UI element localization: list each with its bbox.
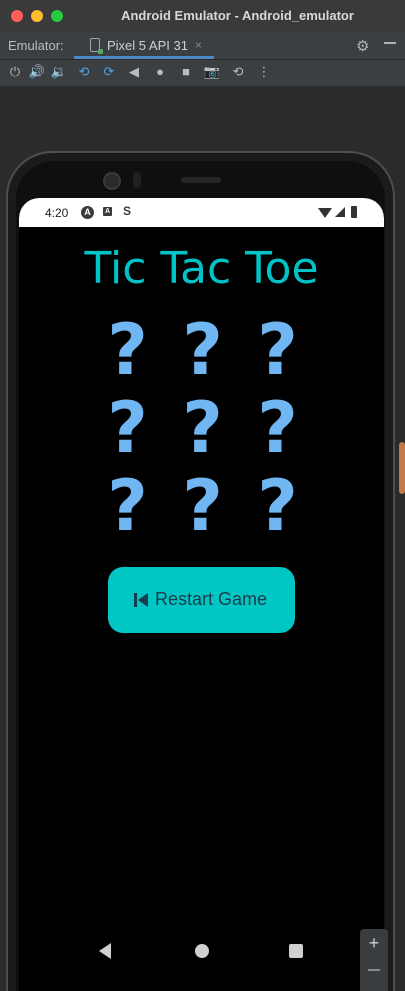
notification-s-icon: S: [123, 204, 132, 218]
skip-previous-icon: [134, 593, 148, 607]
board-cell-8[interactable]: ?: [165, 467, 240, 545]
emulator-toolbar: ⏻ 🔊 🔉 ⟲ ⟳ ◀ ● ■ 📷 ⟲ ⋮: [0, 60, 405, 87]
window-close-button[interactable]: [11, 10, 23, 22]
rotate-right-icon[interactable]: ⟳: [100, 63, 118, 81]
proximity-sensor: [133, 172, 141, 188]
scrollbar-handle[interactable]: [399, 442, 405, 494]
screenshot-icon[interactable]: 📷: [203, 63, 221, 81]
board-cell-9[interactable]: ?: [240, 467, 315, 545]
emulator-tab-bar: Emulator: Pixel 5 API 31 × ⚙: [0, 32, 405, 60]
tab-label: Pixel 5 API 31: [107, 38, 188, 53]
volume-up-icon[interactable]: 🔊: [28, 63, 46, 81]
game-title: Tic Tac Toe: [84, 243, 319, 294]
nav-home-icon[interactable]: [195, 944, 209, 958]
volume-down-icon[interactable]: 🔉: [50, 63, 68, 81]
android-nav-bar: [19, 933, 384, 973]
tab-close-icon[interactable]: ×: [195, 38, 202, 52]
battery-icon: [351, 206, 357, 218]
board-cell-1[interactable]: ?: [90, 311, 165, 389]
zoom-controls: +: [360, 929, 388, 991]
board-cell-2[interactable]: ?: [165, 311, 240, 389]
snapshot-icon[interactable]: ⟲: [229, 63, 247, 81]
board-cell-3[interactable]: ?: [240, 311, 315, 389]
rotate-left-icon[interactable]: ⟲: [75, 63, 93, 81]
hide-panel-icon[interactable]: [384, 42, 396, 44]
board-cell-6[interactable]: ?: [240, 389, 315, 467]
zoom-out-button[interactable]: [368, 969, 380, 971]
home-icon[interactable]: ●: [151, 63, 169, 81]
board-cell-7[interactable]: ?: [90, 467, 165, 545]
tab-pixel-5-api-31[interactable]: Pixel 5 API 31 ×: [74, 32, 214, 59]
restart-button-label: Restart Game: [155, 589, 268, 609]
notification-a-icon: A: [81, 206, 94, 219]
notification-square-icon: A: [103, 207, 112, 216]
device-screen: 4:20 A A S Tic Tac Toe ? ? ? ? ? ? ? ? ?…: [19, 198, 384, 991]
status-time: 4:20: [45, 206, 69, 220]
settings-gear-icon[interactable]: ⚙: [356, 37, 369, 55]
back-icon[interactable]: ◀: [125, 63, 143, 81]
earpiece-speaker: [181, 177, 221, 183]
wifi-icon: [318, 208, 332, 218]
nav-back-icon[interactable]: [99, 943, 111, 959]
status-bar: 4:20 A A S: [19, 198, 384, 227]
zoom-in-button[interactable]: +: [360, 933, 388, 954]
more-icon[interactable]: ⋮: [255, 63, 273, 81]
power-icon[interactable]: ⏻: [6, 63, 24, 81]
restart-game-button[interactable]: Restart Game: [108, 567, 295, 633]
window-title-bar: Android Emulator - Android_emulator: [0, 0, 405, 33]
window-title: Android Emulator - Android_emulator: [121, 8, 354, 23]
cell-signal-icon: [335, 207, 345, 217]
game-board: ? ? ? ? ? ? ? ? ?: [90, 311, 315, 545]
window-maximize-button[interactable]: [51, 10, 63, 22]
window-minimize-button[interactable]: [31, 10, 43, 22]
device-icon: [90, 38, 103, 54]
board-cell-5[interactable]: ?: [165, 389, 240, 467]
board-cell-4[interactable]: ?: [90, 389, 165, 467]
overview-icon[interactable]: ■: [177, 63, 195, 81]
front-camera: [103, 172, 121, 190]
emulator-label: Emulator:: [8, 38, 64, 53]
nav-recents-icon[interactable]: [289, 944, 303, 958]
